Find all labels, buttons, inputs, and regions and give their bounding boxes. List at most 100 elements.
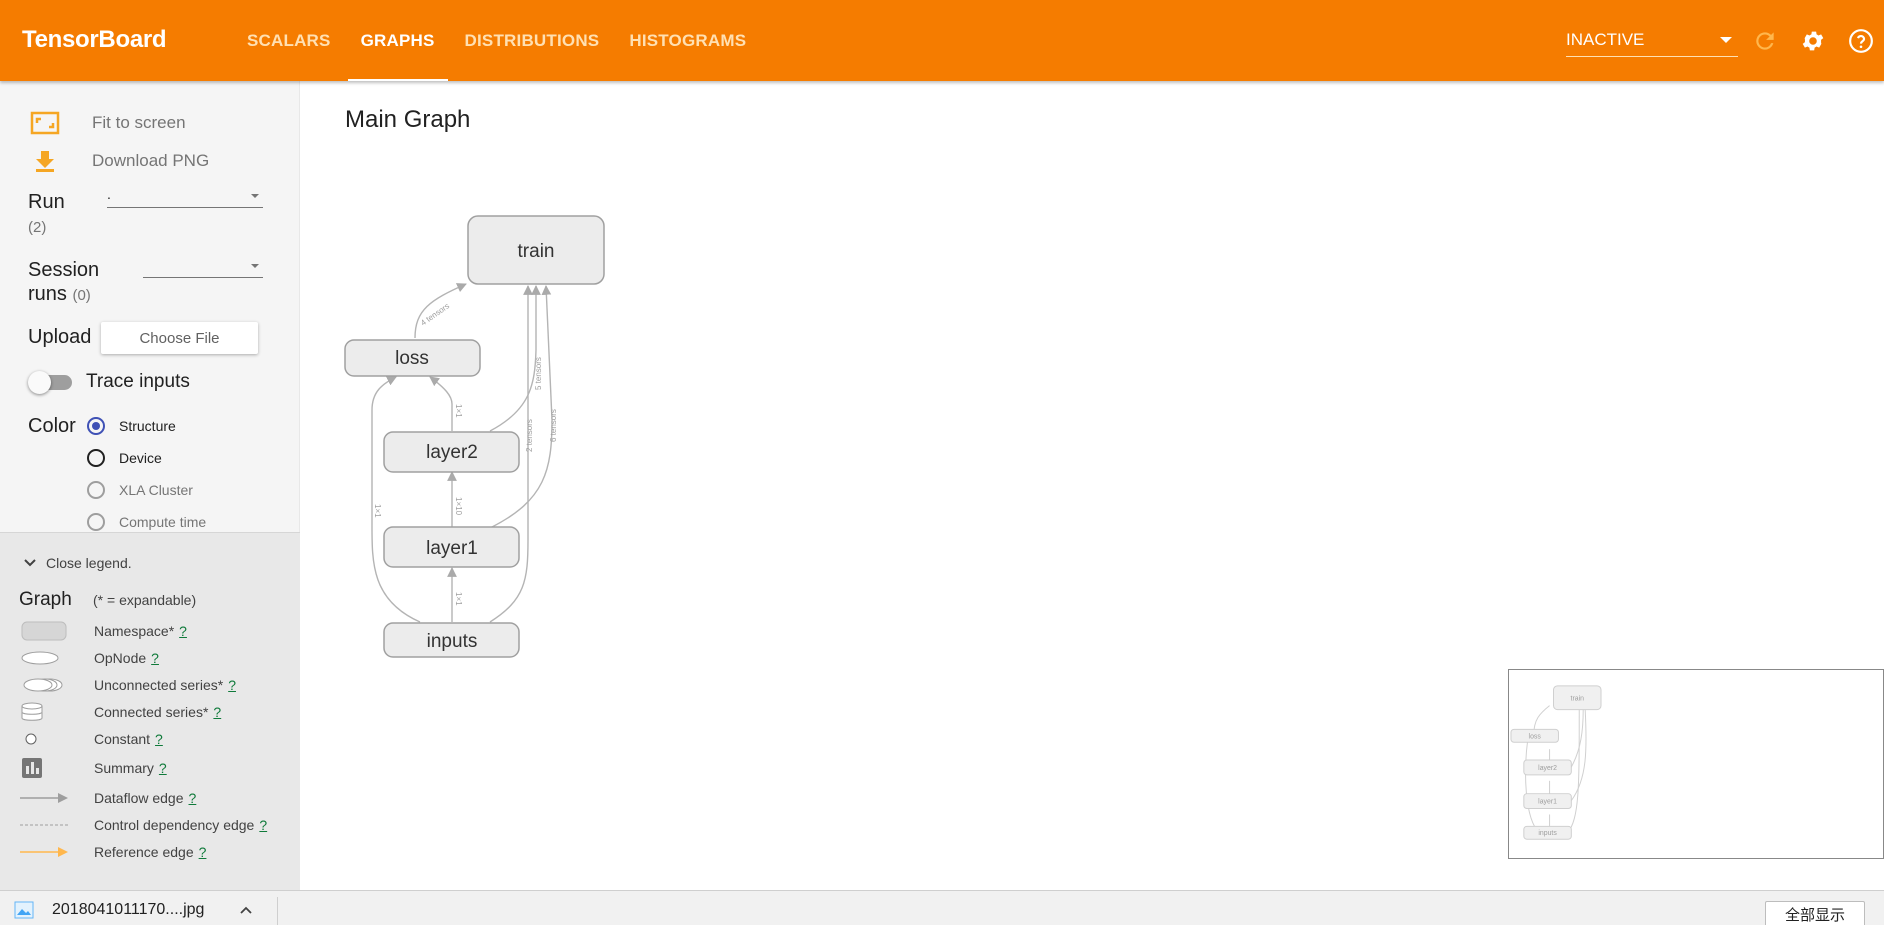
node-layer1[interactable]: layer1 [383,526,520,568]
color-compute-time-radio[interactable]: Compute time [87,513,206,531]
download-png-button[interactable]: Download PNG [30,149,209,173]
help-link[interactable]: ? [228,677,236,693]
settings-icon[interactable] [1800,28,1826,54]
edge-label: 4 tensors [419,301,451,327]
legend-dataflow-edge: Dataflow edge ? [18,788,298,808]
connected-series-icon [21,702,43,721]
edge-label: 1×1 [454,592,463,606]
help-link[interactable]: ? [151,650,159,666]
top-app-bar: TensorBoard SCALARS GRAPHS DISTRIBUTIONS… [0,0,1884,81]
edge-label: 2 tensors [525,419,534,452]
edge-label: 5 tensors [534,357,543,390]
help-link[interactable]: ? [199,844,207,860]
legend-constant: Constant ? [18,729,298,749]
choose-file-button[interactable]: Choose File [101,322,258,354]
legend-reference-edge: Reference edge ? [18,842,298,862]
toggle-knob [28,371,51,394]
summary-icon [22,758,42,778]
edge-label: 6 tensors [549,409,558,442]
run-dropdown-value: . [107,186,111,202]
radio-label: Structure [119,418,176,434]
graph-minimap[interactable]: train loss layer2 layer1 inputs [1508,669,1884,859]
legend-control-dependency-edge: Control dependency edge ? [18,815,298,835]
legend-unconnected-series: Unconnected series* ? [18,675,298,695]
graph-legend: Close legend. Graph (* = expandable) Nam… [0,532,300,890]
graph-controls-sidebar: Fit to screen Download PNG Run (2) . Ses… [0,81,300,890]
minimap-node: layer1 [1538,799,1557,806]
svg-text:train: train [518,241,555,262]
legend-label: Namespace* [94,623,175,639]
brand-title: TensorBoard [22,26,167,53]
tab-histograms[interactable]: HISTOGRAMS [614,0,761,81]
opnode-icon [21,651,59,665]
chevron-down-icon [251,194,259,198]
download-filename: 2018041011170....jpg [52,901,205,918]
download-icon [36,151,54,172]
color-device-radio[interactable]: Device [87,449,162,467]
edge-inputs-loss [371,376,421,623]
help-link[interactable]: ? [179,623,187,639]
refresh-icon[interactable] [1752,28,1778,54]
run-status-select[interactable]: INACTIVE [1566,24,1738,57]
help-link[interactable]: ? [155,731,163,747]
chevron-up-icon[interactable] [238,902,254,918]
trace-inputs-toggle[interactable] [28,371,74,394]
legend-opnode: OpNode ? [18,648,298,668]
edge-label: 1×1 [454,404,463,418]
node-inputs[interactable]: inputs [383,622,520,658]
divider [277,897,278,925]
session-runs-word: runs [28,283,67,305]
show-all-downloads-button[interactable]: 全部显示 [1765,901,1865,925]
reference-edge-icon [20,847,68,857]
radio-dot [87,481,105,499]
session-runs-label: Session [28,259,100,281]
tab-graphs[interactable]: GRAPHS [346,0,450,81]
legend-label: Control dependency edge [94,817,255,833]
help-link[interactable]: ? [259,817,267,833]
help-link[interactable]: ? [189,790,197,806]
tab-scalars[interactable]: SCALARS [232,0,346,81]
color-label: Color [28,415,76,437]
minimap-node: inputs [1538,830,1557,837]
dashboard-tabs: SCALARS GRAPHS DISTRIBUTIONS HISTOGRAMS [232,0,761,81]
dataflow-edge-icon [20,793,68,803]
tab-distributions[interactable]: DISTRIBUTIONS [450,0,615,81]
legend-namespace: Namespace* ? [18,621,298,641]
fit-screen-icon [30,111,60,135]
unconnected-series-icon [23,678,63,692]
help-link[interactable]: ? [213,704,221,720]
color-structure-radio[interactable]: Structure [87,417,176,435]
help-icon[interactable] [1848,28,1874,54]
minimap-node: layer2 [1538,765,1557,772]
fit-to-screen-label: Fit to screen [92,113,186,132]
legend-label: Unconnected series* [94,677,224,693]
run-dropdown[interactable]: . [107,186,263,208]
edge-layer2-train [489,285,541,432]
help-link[interactable]: ? [159,760,167,776]
run-label: Run [28,191,65,213]
node-layer2[interactable]: layer2 [383,431,520,473]
close-legend-button[interactable]: Close legend. [22,555,132,571]
edge-label: 1×10 [454,497,463,516]
edge-layer2-loss [429,376,453,431]
legend-connected-series: Connected series* ? [18,702,298,722]
radio-dot [87,417,105,435]
color-xla-cluster-radio[interactable]: XLA Cluster [87,481,193,499]
radio-dot [87,513,105,531]
edge-layer1-train [491,285,553,528]
session-runs-dropdown[interactable] [143,256,263,278]
node-train[interactable]: train [467,215,605,285]
fit-to-screen-button[interactable]: Fit to screen [30,111,186,135]
download-item[interactable]: 2018041011170....jpg [14,901,254,919]
close-legend-label: Close legend. [46,555,132,571]
node-loss[interactable]: loss [344,339,481,377]
legend-label: Summary [94,760,154,776]
session-count: (0) [72,287,91,304]
svg-text:inputs: inputs [427,631,478,652]
legend-note: (* = expandable) [93,592,197,608]
edge-label: 1×1 [373,504,382,518]
browser-download-bar: 2018041011170....jpg 全部显示 [0,890,1884,925]
legend-summary: Summary ? [18,758,298,778]
legend-label: OpNode [94,650,147,666]
radio-dot [87,449,105,467]
